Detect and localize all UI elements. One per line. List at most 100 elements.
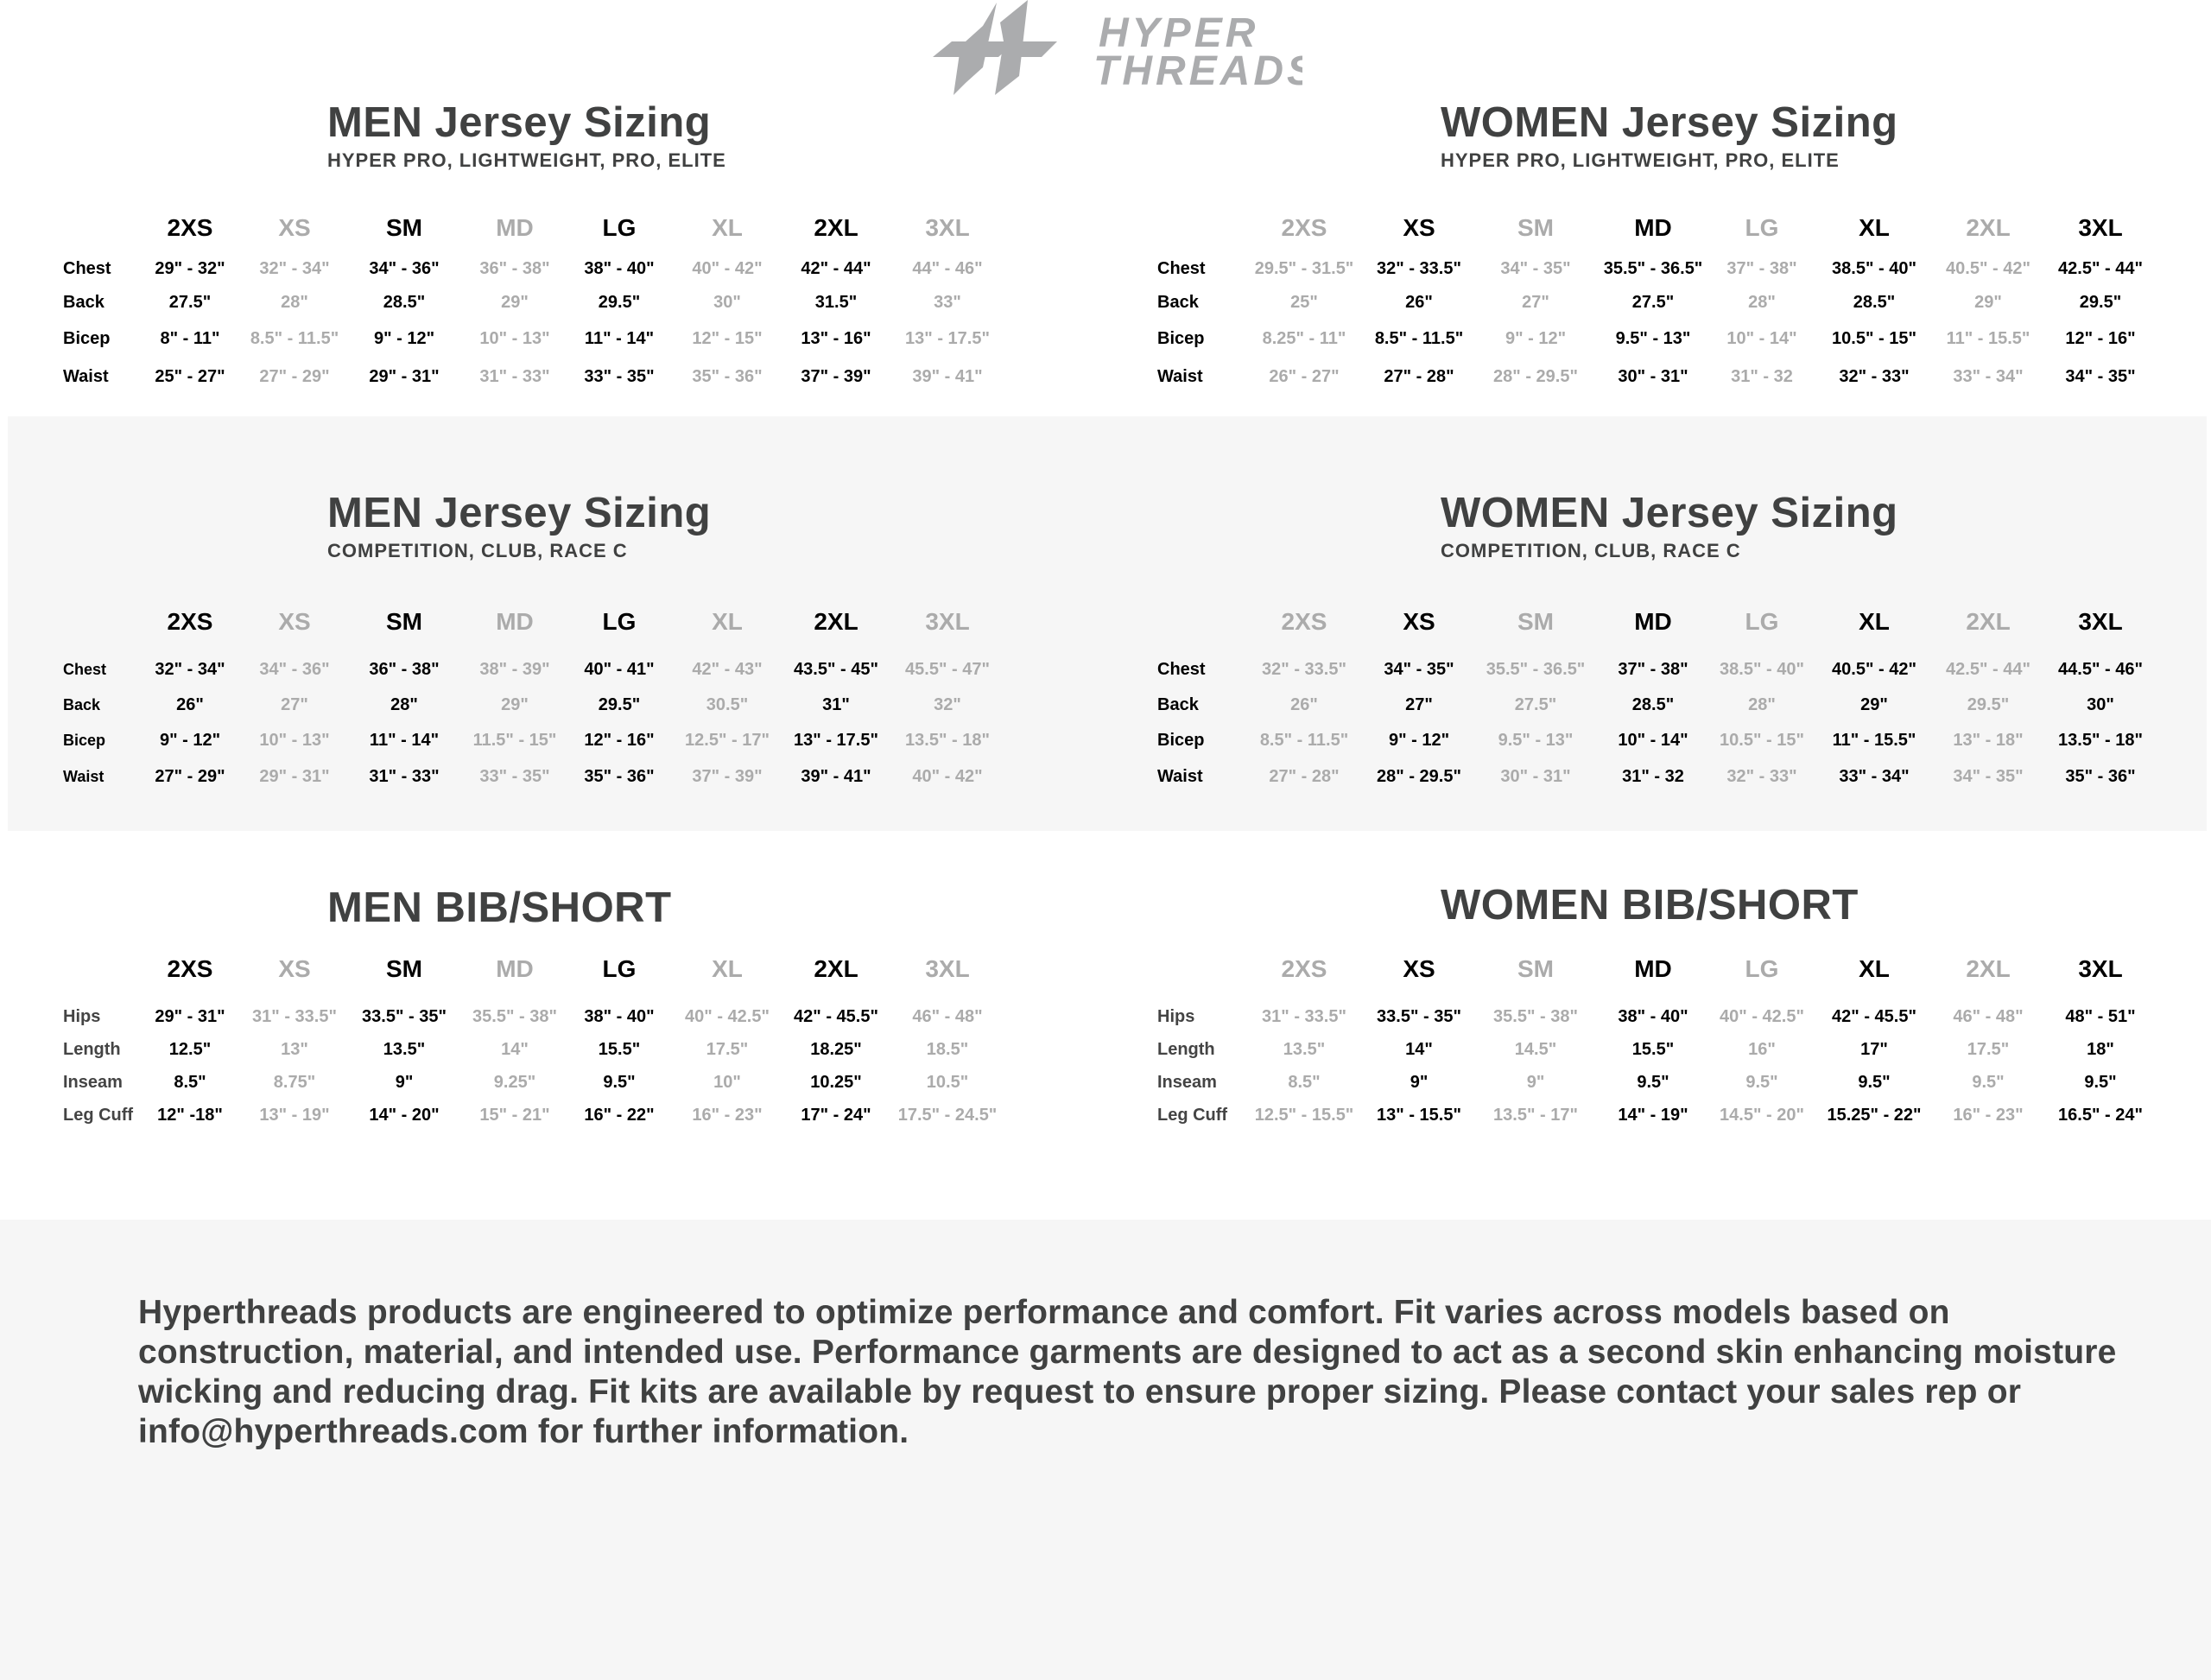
size-header: 3XL (925, 214, 970, 241)
size-header: XL (1859, 608, 1890, 635)
measurement-value: 17.5" - 24.5" (897, 1106, 998, 1125)
measurement-value: 32" - 33.5" (1377, 259, 1461, 278)
size-header: SM (386, 608, 422, 635)
measurement-label: Chest (63, 259, 111, 278)
measurement-value: 11" - 14" (369, 731, 440, 750)
measurement-value: 42" - 44" (801, 259, 871, 278)
measurement-value: 28" (1748, 293, 1776, 312)
size-header: LG (602, 608, 637, 635)
size-header: 2XS (1281, 608, 1327, 635)
measurement-value: 35.5" - 38" (472, 1007, 557, 1026)
measurement-value: 16" (1748, 1040, 1776, 1059)
size-header: 2XS (167, 214, 213, 241)
measurement-value: 16" - 22" (584, 1106, 655, 1125)
section-subtitle-women-jersey-competition: COMPETITION, CLUB, RACE C (1441, 540, 1741, 561)
logo-mark-icon (933, 0, 1057, 95)
measurement-value: 26" - 27" (1269, 367, 1340, 386)
measurement-value: 9.5" (2084, 1073, 2117, 1092)
size-header: LG (1745, 608, 1779, 635)
measurement-value: 13.5" - 18" (2058, 731, 2143, 750)
measurement-value: 13" - 18" (1953, 731, 2024, 750)
measurement-value: 17" - 24" (801, 1106, 871, 1125)
measurement-value: 37" - 38" (1726, 259, 1797, 278)
measurement-value: 32" - 34" (155, 660, 225, 679)
measurement-value: 30" - 31" (1500, 767, 1571, 786)
measurement-value: 30" (713, 293, 741, 312)
measurement-value: 27" (1522, 293, 1549, 312)
measurement-value: 32" - 33.5" (1262, 660, 1346, 679)
measurement-value: 30.5" (706, 695, 749, 714)
measurement-value: 39" - 41" (912, 367, 983, 386)
size-header: XL (1859, 955, 1890, 982)
measurement-value: 13" - 15.5" (1377, 1106, 1461, 1125)
size-header: 2XL (814, 955, 858, 982)
measurement-label: Chest (63, 661, 107, 678)
measurement-value: 13" - 17.5" (794, 731, 878, 750)
measurement-value: 16" - 23" (1953, 1106, 2024, 1125)
measurement-value: 40.5" - 42" (1832, 660, 1916, 679)
measurement-value: 31" (822, 695, 850, 714)
section-subtitle-men-jersey-pro: HYPER PRO, LIGHTWEIGHT, PRO, ELITE (327, 149, 726, 171)
measurement-value: 18" (2087, 1040, 2114, 1059)
measurement-value: 26" (1290, 695, 1318, 714)
measurement-value: 31.5" (814, 293, 858, 312)
measurement-value: 33.5" - 35" (1377, 1007, 1461, 1026)
measurement-value: 35" - 36" (584, 767, 655, 786)
measurement-value: 37" - 39" (692, 767, 763, 786)
measurement-value: 11" - 15.5" (1832, 731, 1916, 750)
measurement-value: 13" - 17.5" (905, 329, 990, 348)
section-title-women-jersey-pro: WOMEN Jersey Sizing (1441, 99, 1898, 146)
measurement-value: 25" - 27" (155, 367, 225, 386)
measurement-value: 12.5" (168, 1040, 212, 1059)
measurement-value: 31" - 33.5" (1262, 1007, 1346, 1026)
measurement-label: Chest (1157, 660, 1206, 679)
size-header: MD (1634, 608, 1672, 635)
measurement-value: 14.5" - 20" (1720, 1106, 1804, 1125)
measurement-value: 27" - 29" (259, 367, 330, 386)
measurement-value: 9.5" (1858, 1073, 1891, 1092)
measurement-value: 8.5" - 11.5" (250, 329, 339, 348)
measurement-value: 11" - 15.5" (1946, 329, 2030, 348)
section-title-men-jersey-pro: MEN Jersey Sizing (327, 99, 712, 146)
section-subtitle-women-jersey-pro: HYPER PRO, LIGHTWEIGHT, PRO, ELITE (1441, 149, 1840, 171)
measurement-value: 42" - 45.5" (1832, 1007, 1916, 1026)
measurement-value: 44" - 46" (912, 259, 983, 278)
measurement-value: 10.5" (926, 1073, 969, 1092)
measurement-value: 9" - 12" (159, 731, 221, 750)
measurement-value: 10.5" - 15" (1720, 731, 1804, 750)
measurement-value: 32" (934, 695, 961, 714)
measurement-value: 44.5" - 46" (2058, 660, 2143, 679)
measurement-value: 13.5" - 18" (905, 731, 990, 750)
measurement-value: 10" - 13" (479, 329, 550, 348)
measurement-value: 9.5" (1972, 1073, 2005, 1092)
measurement-value: 8.5" (1288, 1073, 1321, 1092)
measurement-value: 8.5" (174, 1073, 206, 1092)
measurement-value: 40" - 42" (912, 767, 983, 786)
measurement-value: 27" - 29" (155, 767, 225, 786)
measurement-value: 9.5" - 13" (1498, 731, 1574, 750)
size-header: MD (496, 608, 534, 635)
section-title-women-jersey-competition: WOMEN Jersey Sizing (1441, 490, 1898, 536)
size-header: MD (1634, 214, 1672, 241)
measurement-value: 37" - 39" (801, 367, 871, 386)
measurement-value: 10" - 13" (259, 731, 330, 750)
measurement-value: 9" (1526, 1073, 1545, 1092)
measurement-value: 27" - 28" (1269, 767, 1340, 786)
measurement-value: 14.5" (1514, 1040, 1557, 1059)
measurement-value: 18.25" (810, 1040, 862, 1059)
measurement-value: 16.5" - 24" (2058, 1106, 2143, 1125)
measurement-value: 27" - 28" (1384, 367, 1454, 386)
measurement-value: 27.5" (1631, 293, 1675, 312)
size-header: XS (278, 608, 311, 635)
section-title-women-bib-short: WOMEN BIB/SHORT (1441, 882, 1859, 929)
measurement-value: 17" (1860, 1040, 1888, 1059)
size-header: 2XL (1966, 608, 2011, 635)
measurement-value: 8.25" - 11" (1262, 329, 1346, 348)
measurement-value: 29.5" (2079, 293, 2122, 312)
size-header: LG (1745, 955, 1779, 982)
measurement-value: 9.5" (1745, 1073, 1778, 1092)
size-header: XS (1403, 608, 1435, 635)
size-header: 2XL (1966, 214, 2011, 241)
measurement-value: 11.5" - 15" (472, 731, 557, 750)
section-title-men-bib-short: MEN BIB/SHORT (327, 884, 672, 931)
